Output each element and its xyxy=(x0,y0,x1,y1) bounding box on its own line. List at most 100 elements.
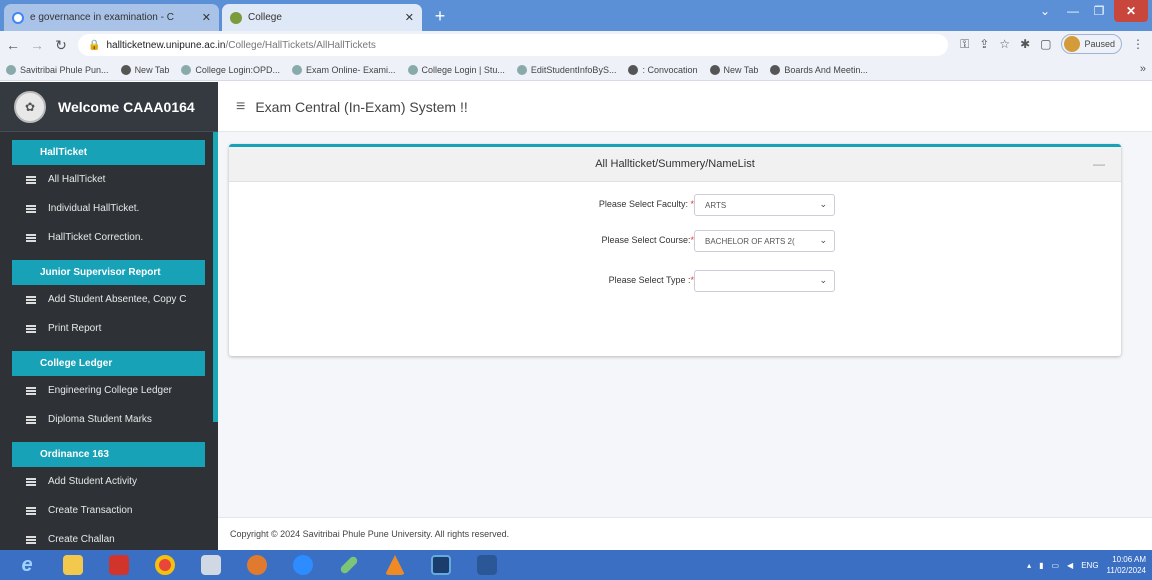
system-tray: ▴ ▮ ▭ ◀ ENG 10:06 AM 11/02/2024 xyxy=(1027,550,1146,580)
key-icon[interactable]: ⚿ xyxy=(960,37,969,52)
profile-label: Paused xyxy=(1084,39,1115,49)
type-label: Please Select Type :* xyxy=(608,275,694,285)
acrobat-taskbar-icon[interactable] xyxy=(102,552,136,578)
sidebar-item-hallticket-correction[interactable]: HallTicket Correction. xyxy=(0,223,218,252)
bookmark-item[interactable]: Exam Online- Exami... xyxy=(291,64,396,75)
close-window-icon[interactable]: ✕ xyxy=(1114,0,1148,22)
vlc-taskbar-icon[interactable] xyxy=(378,552,412,578)
sidebar-section-college-ledger[interactable]: College Ledger xyxy=(12,351,205,376)
sidebar-item-engineering-college-ledger[interactable]: Engineering College Ledger xyxy=(0,376,218,405)
url-input[interactable]: 🔒 hallticketnew.unipune.ac.in/College/Ha… xyxy=(78,34,948,56)
list-icon xyxy=(26,477,36,486)
sidebar: ✿ Welcome CAAA0164 HallTicket All HallTi… xyxy=(0,82,218,550)
list-icon xyxy=(26,506,36,515)
course-row: Please Select Course:* BACHELOR OF ARTS … xyxy=(229,230,1121,252)
tab-title: College xyxy=(248,12,282,23)
sidebar-item-all-hallticket[interactable]: All HallTicket xyxy=(0,165,218,194)
bookmark-item[interactable]: New Tab xyxy=(120,64,169,75)
sidebar-item-print-report[interactable]: Print Report xyxy=(0,314,218,343)
list-icon xyxy=(26,535,36,544)
word-taskbar-icon[interactable] xyxy=(470,552,504,578)
browser-menu-icon[interactable]: ⋮ xyxy=(1132,37,1144,51)
bookmark-item[interactable]: Savitribai Phule Pun... xyxy=(6,64,109,75)
clock[interactable]: 10:06 AM 11/02/2024 xyxy=(1107,554,1146,576)
app-header: ≡ Exam Central (In-Exam) System !! xyxy=(218,82,1152,132)
sidebar-section-junior-supervisor-report[interactable]: Junior Supervisor Report xyxy=(12,260,205,285)
list-icon xyxy=(26,324,36,333)
bookmark-item[interactable]: EditStudentInfoByS... xyxy=(516,64,616,75)
tool-taskbar-icon[interactable] xyxy=(332,552,366,578)
forward-arrow-icon[interactable]: → xyxy=(26,37,48,53)
close-tab-icon[interactable]: ✕ xyxy=(202,11,211,24)
university-logo: ✿ xyxy=(14,90,46,123)
profile-button[interactable]: Paused xyxy=(1061,34,1122,54)
lock-icon: 🔒 xyxy=(88,39,101,51)
url-host: hallticketnew.unipune.ac.in xyxy=(106,39,226,51)
extensions-icon[interactable]: ✱ xyxy=(1020,37,1030,51)
faculty-select[interactable]: ARTS ⌄ xyxy=(694,194,835,216)
reload-icon[interactable]: ↻ xyxy=(50,37,72,54)
more-bookmarks-icon[interactable]: » xyxy=(1140,63,1146,75)
star-icon[interactable]: ☆ xyxy=(999,37,1010,51)
chevron-down-icon: ⌄ xyxy=(819,199,827,209)
notepad-taskbar-icon[interactable] xyxy=(194,552,228,578)
sidebar-item-individual-hallticket[interactable]: Individual HallTicket. xyxy=(0,194,218,223)
type-select[interactable]: ⌄ xyxy=(694,270,835,292)
maximize-window-icon[interactable]: ❐ xyxy=(1086,0,1112,22)
page-title: Exam Central (In-Exam) System !! xyxy=(255,98,468,115)
faculty-row: Please Select Faculty: * ARTS ⌄ xyxy=(229,194,1121,216)
course-select[interactable]: BACHELOR OF ARTS 2( ⌄ xyxy=(694,230,835,252)
language-indicator[interactable]: ENG xyxy=(1081,561,1098,570)
zoom-taskbar-icon[interactable] xyxy=(286,552,320,578)
course-value: BACHELOR OF ARTS 2( xyxy=(705,236,795,246)
list-icon xyxy=(26,175,36,184)
page-footer: Copyright © 2024 Savitribai Phule Pune U… xyxy=(218,517,1152,550)
sidebar-item-add-student-activity[interactable]: Add Student Activity xyxy=(0,467,218,496)
new-tab-icon[interactable]: + xyxy=(430,7,450,27)
bookmark-favicon-icon xyxy=(181,64,192,75)
browser-tab-egovernance[interactable]: e governance in examination - C ✕ xyxy=(4,4,219,31)
avatar xyxy=(1064,36,1081,52)
paint-taskbar-icon[interactable] xyxy=(240,552,274,578)
browser-tab-college[interactable]: College ✕ xyxy=(222,4,422,31)
university-favicon-icon xyxy=(230,11,242,24)
collapse-icon[interactable]: — xyxy=(1093,157,1105,171)
bookmark-favicon-icon xyxy=(291,64,302,75)
sidebar-section-hallticket[interactable]: HallTicket xyxy=(12,140,205,165)
sidebar-item-create-transaction[interactable]: Create Transaction xyxy=(0,496,218,525)
ie-taskbar-icon[interactable]: e xyxy=(10,552,44,578)
volume-icon[interactable]: ◀ xyxy=(1067,561,1073,570)
sidebar-item-create-challan[interactable]: Create Challan xyxy=(0,525,218,550)
chrome-taskbar-icon[interactable] xyxy=(148,552,182,578)
chevron-down-icon: ⌄ xyxy=(819,275,827,285)
sidebar-section-ordinance-163[interactable]: Ordinance 163 xyxy=(12,442,205,467)
sidebar-item-diploma-student-marks[interactable]: Diploma Student Marks xyxy=(0,405,218,434)
bookmark-favicon-icon xyxy=(6,64,16,75)
globe-icon xyxy=(770,64,781,75)
bookmark-item[interactable]: Boards And Meetin... xyxy=(770,64,868,75)
bookmark-item[interactable]: New Tab xyxy=(709,64,758,75)
bookmark-item[interactable]: College Login:OPD... xyxy=(181,64,280,75)
tab-search-icon[interactable]: ⌄ xyxy=(1034,0,1056,22)
side-panel-icon[interactable]: ▢ xyxy=(1040,37,1051,51)
bookmark-item[interactable]: College Login | Stu... xyxy=(407,64,505,75)
explorer-taskbar-icon[interactable] xyxy=(56,552,90,578)
tray-arrow-icon[interactable]: ▴ xyxy=(1027,561,1031,570)
windows-taskbar: e ▴ ▮ ▭ ◀ ENG 10:06 AM 11/02/2024 xyxy=(0,550,1152,580)
bookmark-favicon-icon xyxy=(407,64,418,75)
hamburger-menu-icon[interactable]: ≡ xyxy=(236,98,245,116)
network-icon[interactable]: ▮ xyxy=(1039,561,1043,570)
bookmarks-bar: Savitribai Phule Pun... New Tab College … xyxy=(0,59,1152,81)
battery-icon[interactable]: ▭ xyxy=(1051,561,1059,570)
app-taskbar-icon[interactable] xyxy=(424,552,458,578)
sidebar-item-add-student-absentee[interactable]: Add Student Absentee, Copy C xyxy=(0,285,218,314)
address-bar-row: ← → ↻ 🔒 hallticketnew.unipune.ac.in/Coll… xyxy=(0,31,1152,59)
url-path: /College/HallTickets/AllHallTickets xyxy=(225,39,376,51)
share-icon[interactable]: ⇪ xyxy=(979,37,989,51)
globe-icon xyxy=(709,64,720,75)
back-arrow-icon[interactable]: ← xyxy=(2,37,24,53)
card-title: All Hallticket/Summery/NameList xyxy=(595,158,755,170)
close-tab-icon[interactable]: ✕ xyxy=(405,11,414,24)
bookmark-item[interactable]: : Convocation xyxy=(628,64,698,75)
minimize-window-icon[interactable]: — xyxy=(1060,0,1086,22)
